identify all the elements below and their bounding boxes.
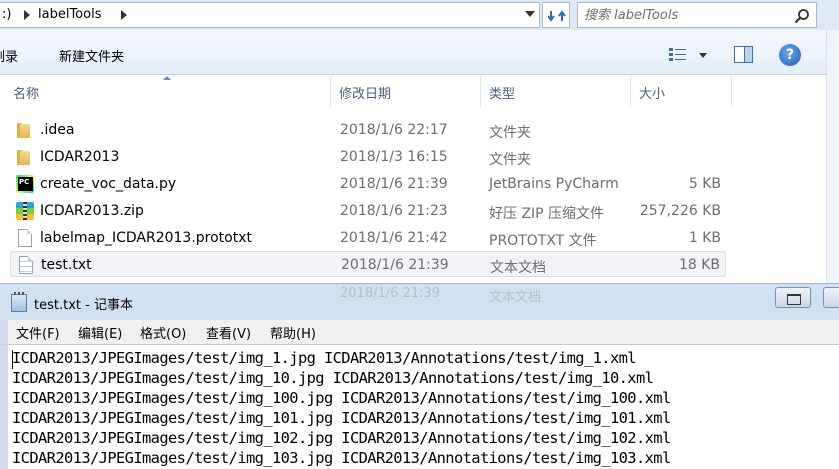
text-line: ICDAR2013/JPEGImages/test/img_103.jpg IC… (12, 449, 671, 467)
file-date: 2018/1/6 21:23 (340, 203, 448, 219)
restore-window-button[interactable] (775, 287, 811, 308)
notepad-app-icon (11, 292, 27, 312)
file-name: .idea (40, 122, 75, 138)
preview-pane-icon[interactable] (734, 46, 753, 63)
help-icon[interactable]: ? (779, 44, 801, 66)
new-folder-button[interactable]: 新建文件夹 (59, 46, 124, 65)
notepad-title-bar[interactable]: test.txt - 记事本 2018/1/6 21:39 文本文档 (0, 283, 839, 320)
address-history-dropdown-icon[interactable] (525, 11, 535, 17)
breadcrumb-labeltools[interactable]: labelTools (38, 7, 101, 22)
column-header-type[interactable]: 类型 (481, 76, 631, 107)
zip-archive-icon (16, 202, 34, 220)
file-size: 5 KB (688, 176, 721, 192)
text-line: ICDAR2013/JPEGImages/test/img_102.jpg IC… (12, 429, 671, 447)
burn-button[interactable]: 刻录 (0, 46, 18, 65)
sort-ascending-icon (163, 76, 171, 80)
folder-icon (16, 148, 34, 166)
column-header-date[interactable]: 修改日期 (331, 76, 481, 107)
pycharm-file-icon (16, 175, 34, 193)
file-row-hovered[interactable]: test.txt 2018/1/6 21:39 文本文档 18 KB (10, 251, 726, 277)
change-view-icon[interactable] (668, 46, 688, 64)
file-type: JetBrains PyCharm (489, 176, 619, 192)
file-type: 好压 ZIP 压缩文件 (489, 206, 605, 222)
column-header-size[interactable]: 大小 (631, 76, 732, 107)
file-size: 18 KB (678, 257, 720, 273)
search-box[interactable] (577, 2, 817, 28)
navigation-scroll-strip[interactable] (826, 30, 839, 290)
text-line: ICDAR2013/JPEGImages/test/img_101.jpg IC… (12, 409, 671, 427)
file-row[interactable]: .idea 2018/1/6 22:17 文件夹 (10, 117, 726, 143)
breadcrumb-separator-icon[interactable] (121, 10, 127, 20)
menu-help[interactable]: 帮助(H) (270, 323, 316, 342)
refresh-button[interactable] (542, 2, 570, 28)
close-window-button[interactable] (823, 287, 839, 308)
file-date: 2018/1/6 21:42 (340, 230, 448, 246)
notepad-window: test.txt - 记事本 2018/1/6 21:39 文本文档 文件(F)… (0, 283, 839, 469)
notepad-menu-bar: 文件(F) 编辑(E) 格式(O) 查看(V) 帮助(H) (0, 320, 839, 344)
folder-icon (16, 121, 34, 139)
menu-edit[interactable]: 编辑(E) (78, 323, 122, 342)
column-header-name[interactable]: 名称 (5, 76, 331, 107)
file-row[interactable]: ICDAR2013 2018/1/3 16:15 文件夹 (10, 144, 726, 170)
search-icon[interactable] (794, 8, 810, 24)
notepad-text-area[interactable]: ICDAR2013/JPEGImages/test/img_1.jpg ICDA… (0, 344, 839, 469)
file-type: 文件夹 (489, 152, 531, 168)
file-name: ICDAR2013 (40, 149, 120, 165)
window-title: test.txt - 记事本 (34, 298, 133, 313)
search-input[interactable] (584, 6, 784, 24)
breadcrumb-prefix: :) (2, 7, 12, 22)
menu-format[interactable]: 格式(O) (140, 323, 186, 342)
text-line: ICDAR2013/JPEGImages/test/img_100.jpg IC… (12, 389, 671, 407)
breadcrumb-separator-icon[interactable] (24, 10, 30, 20)
file-date: 2018/1/6 21:39 (341, 257, 449, 273)
view-options-dropdown-icon[interactable] (699, 53, 707, 58)
file-row[interactable]: labelmap_ICDAR2013.prototxt 2018/1/6 21:… (10, 225, 726, 251)
menu-view[interactable]: 查看(V) (206, 323, 251, 342)
file-type: 文本文档 (490, 260, 546, 276)
address-bar-row: :) labelTools (0, 0, 839, 30)
file-name: ICDAR2013.zip (40, 203, 144, 219)
file-size: 257,226 KB (639, 203, 721, 219)
text-document-icon (17, 256, 35, 274)
command-bar: 刻录 新建文件夹 (0, 30, 839, 75)
column-header-row: 名称 修改日期 类型 大小 (0, 76, 732, 107)
file-row[interactable]: create_voc_data.py 2018/1/6 21:39 JetBra… (10, 171, 726, 197)
file-type: PROTOTXT 文件 (489, 233, 597, 249)
file-type: 文件夹 (489, 125, 531, 141)
file-date: 2018/1/6 22:17 (340, 122, 448, 138)
menu-file[interactable]: 文件(F) (16, 323, 60, 342)
refresh-icon (548, 10, 566, 22)
text-line: ICDAR2013/JPEGImages/test/img_10.jpg ICD… (12, 369, 654, 387)
address-bar[interactable]: :) labelTools (0, 2, 540, 28)
file-size: 1 KB (688, 230, 721, 246)
file-name: test.txt (41, 257, 92, 273)
file-date: 2018/1/3 16:15 (340, 149, 448, 165)
background-date-ghost: 2018/1/6 21:39 (340, 286, 440, 301)
file-name: labelmap_ICDAR2013.prototxt (40, 230, 253, 246)
text-line: ICDAR2013/JPEGImages/test/img_1.jpg ICDA… (12, 349, 637, 367)
file-name: create_voc_data.py (40, 176, 177, 192)
background-type-ghost: 文本文档 (489, 290, 542, 305)
document-icon (16, 229, 34, 247)
file-date: 2018/1/6 21:39 (340, 176, 448, 192)
file-row[interactable]: ICDAR2013.zip 2018/1/6 21:23 好压 ZIP 压缩文件… (10, 198, 726, 224)
